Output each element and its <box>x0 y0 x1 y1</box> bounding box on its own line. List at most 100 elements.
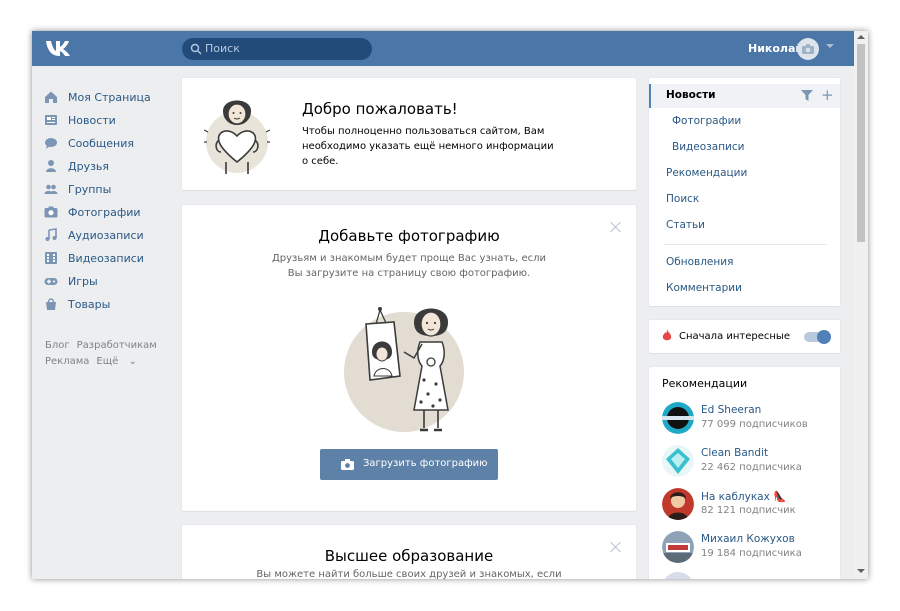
welcome-title: Добро пожаловать! <box>302 100 458 118</box>
recommendation-name[interactable]: Ed Sheeran <box>701 404 761 416</box>
feed-filter-menu: Новости + Фотографии Видеозаписи Рекомен… <box>649 78 840 306</box>
recommendation-item[interactable]: Михаил Кожухов 19 184 подписчика <box>662 531 832 565</box>
scroll-thumb[interactable] <box>857 44 865 242</box>
sidebar-item-messages[interactable]: Сообщения <box>44 133 179 156</box>
chevron-down-icon: ⌄ <box>128 356 137 367</box>
education-card: Высшее образование Вы можете найти больш… <box>182 525 636 579</box>
add-photo-card: Добавьте фотографию Друзьям и знакомым б… <box>182 205 636 511</box>
recommendation-item[interactable]: Clean Bandit 22 462 подписчика <box>662 445 832 479</box>
add-icon[interactable]: + <box>821 86 834 104</box>
footer-link-developers[interactable]: Разработчикам <box>77 340 157 351</box>
avatar[interactable] <box>662 488 694 520</box>
menu-item-photos[interactable]: Фотографии <box>672 115 741 127</box>
top-header: Поиск Николай <box>32 31 854 66</box>
interesting-first-panel: Сначала интересные <box>649 320 840 353</box>
news-icon <box>45 115 57 125</box>
sidebar-item-groups[interactable]: Группы <box>44 179 179 202</box>
menu-item-news[interactable]: Новости <box>666 89 716 101</box>
scroll-up-arrow-icon[interactable] <box>857 35 865 39</box>
recommendation-name[interactable]: Михаил Кожухов <box>701 533 795 545</box>
sidebar-item-news[interactable]: Новости <box>44 110 179 133</box>
menu-divider <box>664 244 827 245</box>
footer-more-label: Ещё <box>96 356 119 367</box>
sidebar-item-label: Аудиозаписи <box>68 229 144 242</box>
active-item-marker <box>649 84 651 108</box>
sidebar-item-label: Сообщения <box>68 137 135 150</box>
sidebar-item-label: Видеозаписи <box>68 252 144 265</box>
recommendations-title: Рекомендации <box>662 377 748 390</box>
close-icon[interactable] <box>610 221 621 232</box>
recommendation-item[interactable]: На каблуках 👠 82 121 подписчик <box>662 488 832 522</box>
sidebar-item-my-page[interactable]: Моя Страница <box>44 87 179 110</box>
vk-logo-icon[interactable] <box>44 38 76 58</box>
sidebar-item-label: Моя Страница <box>68 91 151 104</box>
gamepad-icon <box>44 278 58 285</box>
recommendations-card: Рекомендации Ed Sheeran 77 099 подписчик… <box>649 367 840 579</box>
browser-viewport: Поиск Николай Моя Страница Новости Сообщ… <box>32 31 868 579</box>
recommendation-name[interactable]: Clean Bandit <box>701 447 768 459</box>
recommendation-item[interactable] <box>662 572 832 579</box>
search-input[interactable]: Поиск <box>182 38 372 60</box>
interesting-first-toggle[interactable] <box>804 330 831 344</box>
messages-icon <box>45 138 57 149</box>
sidebar-item-games[interactable]: Игры <box>44 271 179 294</box>
menu-item-articles[interactable]: Статьи <box>666 219 705 231</box>
avatar[interactable] <box>662 531 694 563</box>
music-icon <box>45 228 57 241</box>
shopping-bag-icon <box>46 298 56 310</box>
upload-photo-button[interactable]: Загрузить фотографию <box>320 449 498 480</box>
add-photo-title: Добавьте фотографию <box>318 227 500 245</box>
menu-item-search[interactable]: Поиск <box>666 193 699 205</box>
footer-link-more[interactable]: Ещё ⌄ <box>96 356 143 367</box>
close-icon[interactable] <box>610 541 621 552</box>
fire-icon <box>662 329 672 341</box>
search-placeholder: Поиск <box>205 42 240 55</box>
scroll-down-arrow-icon[interactable] <box>857 569 865 573</box>
sidebar-item-video[interactable]: Видеозаписи <box>44 248 179 271</box>
sidebar-item-market[interactable]: Товары <box>44 294 179 317</box>
upload-photo-label: Загрузить фотографию <box>363 458 488 469</box>
sidebar-item-label: Группы <box>68 183 112 196</box>
camera-icon <box>341 459 354 470</box>
recommendation-subscribers: 82 121 подписчик <box>701 505 796 516</box>
menu-item-updates[interactable]: Обновления <box>666 256 733 268</box>
sidebar-item-label: Товары <box>68 298 111 311</box>
search-icon <box>190 43 202 55</box>
sidebar-item-label: Игры <box>68 275 98 288</box>
avatar[interactable] <box>662 572 694 579</box>
welcome-illustration <box>204 100 270 174</box>
menu-item-recommendations[interactable]: Рекомендации <box>666 167 747 179</box>
sidebar-item-audio[interactable]: Аудиозаписи <box>44 225 179 248</box>
avatar[interactable] <box>797 38 819 60</box>
add-photo-illustration <box>344 307 464 432</box>
footer-links: Блог Разработчикам Реклама Ещё ⌄ <box>45 338 180 370</box>
footer-link-ads[interactable]: Реклама <box>45 356 89 367</box>
welcome-card: Добро пожаловать! Чтобы полноценно польз… <box>182 78 636 190</box>
chevron-down-icon[interactable] <box>826 44 834 48</box>
sidebar-item-label: Фотографии <box>68 206 141 219</box>
menu-item-videos[interactable]: Видеозаписи <box>672 141 744 153</box>
video-icon <box>45 252 57 264</box>
footer-link-blog[interactable]: Блог <box>45 340 70 351</box>
filter-icon[interactable] <box>801 90 813 101</box>
menu-item-comments[interactable]: Комментарии <box>666 282 742 294</box>
left-nav: Моя Страница Новости Сообщения Друзья Гр… <box>44 87 179 317</box>
camera-icon <box>802 44 814 54</box>
sidebar-item-friends[interactable]: Друзья <box>44 156 179 179</box>
recommendation-subscribers: 22 462 подписчика <box>701 462 802 473</box>
home-icon <box>45 91 57 103</box>
camera-icon <box>44 206 58 218</box>
avatar[interactable] <box>662 402 694 434</box>
interesting-first-label: Сначала интересные <box>679 331 790 342</box>
recommendation-name[interactable]: На каблуках 👠 <box>701 490 786 503</box>
welcome-text: Чтобы полноценно пользоваться сайтом, Ва… <box>302 126 554 167</box>
education-title: Высшее образование <box>324 547 494 565</box>
user-name[interactable]: Николай <box>748 42 803 55</box>
scrollbar[interactable] <box>854 31 868 579</box>
avatar[interactable] <box>662 445 694 477</box>
recommendation-item[interactable]: Ed Sheeran 77 099 подписчиков <box>662 402 832 436</box>
groups-icon <box>44 184 58 194</box>
recommendation-subscribers: 19 184 подписчика <box>701 548 802 559</box>
recommendation-subscribers: 77 099 подписчиков <box>701 419 808 430</box>
sidebar-item-photos[interactable]: Фотографии <box>44 202 179 225</box>
